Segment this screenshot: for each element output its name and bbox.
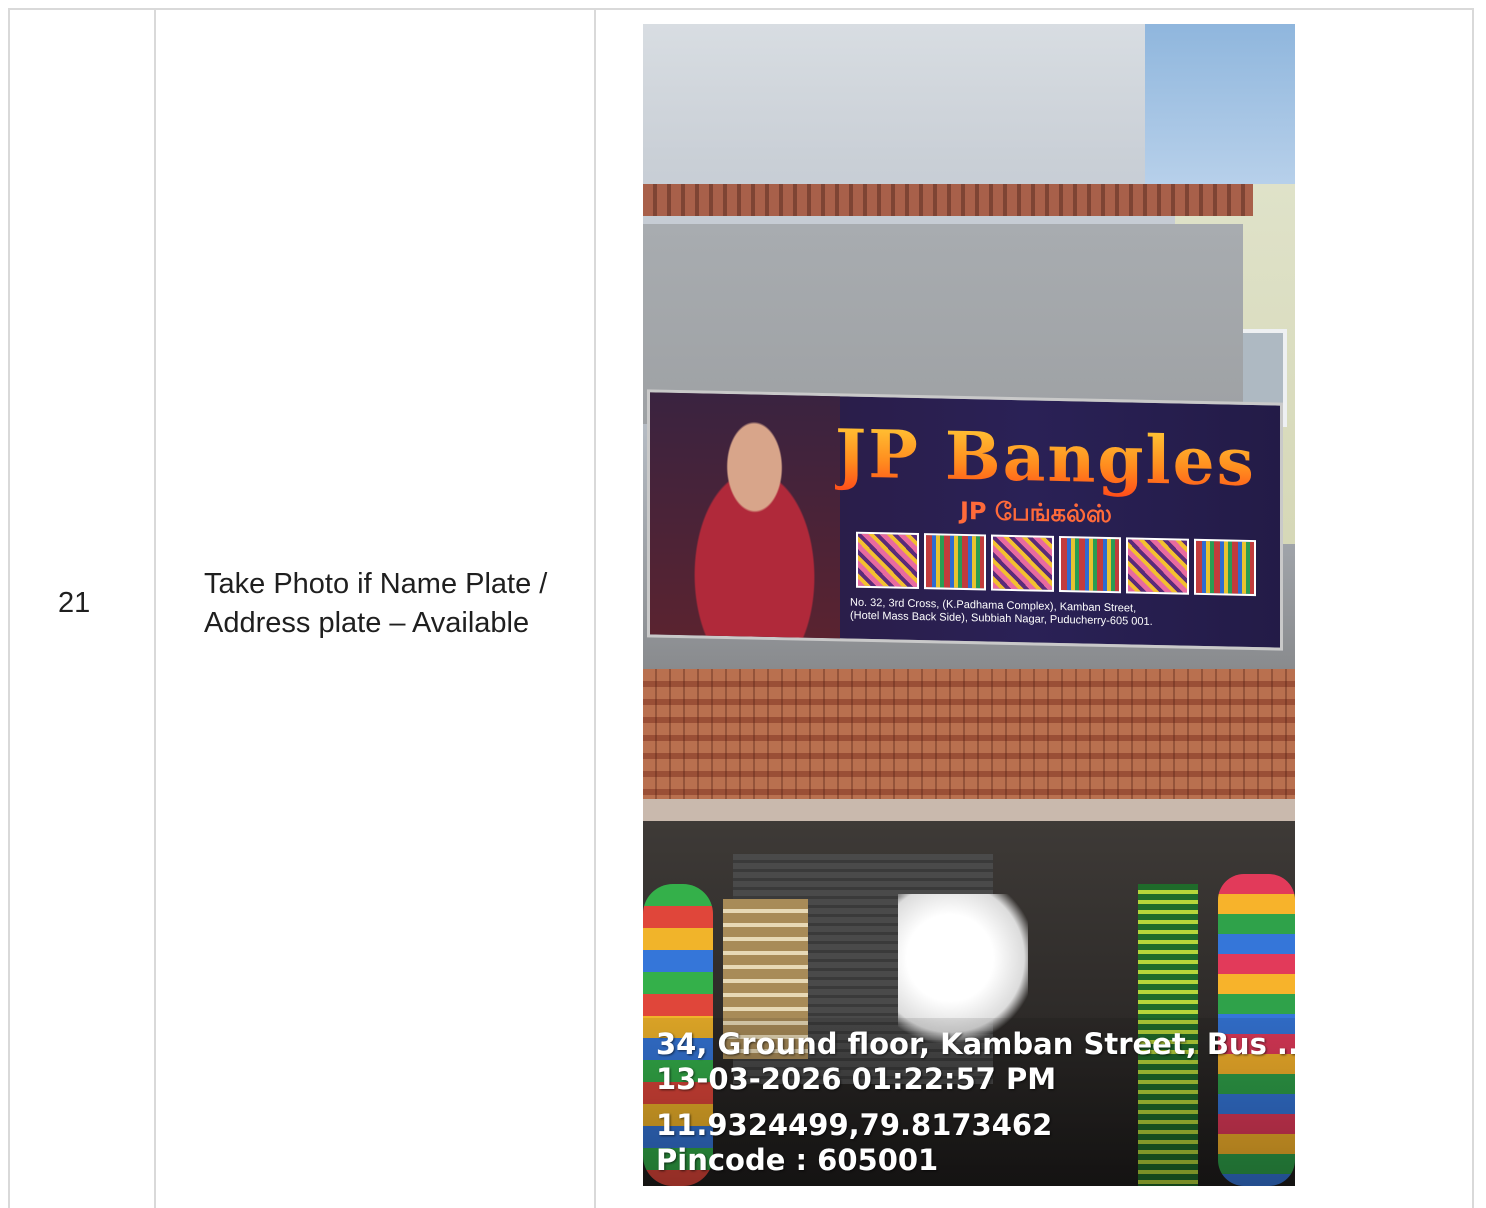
signboard-address: No. 32, 3rd Cross, (K.Padhama Complex), …: [850, 597, 1153, 629]
signboard-subtitle: JP பேங்கல்ஸ்: [960, 496, 1112, 529]
product-tile: [1126, 537, 1189, 595]
photo-sky: [1145, 24, 1295, 184]
signboard-portrait: [650, 392, 840, 639]
gps-stamp-address: 34, Ground floor, Kamban Street, Bus ...: [656, 1027, 1295, 1061]
product-tile: [1058, 535, 1121, 594]
product-tile: [923, 533, 986, 591]
photo-beam: [643, 799, 1295, 821]
row-label: Take Photo if Name Plate / Address plate…: [204, 567, 548, 639]
row-label-cell: Take Photo if Name Plate / Address plate…: [158, 10, 596, 1208]
product-tile: [856, 531, 919, 590]
shop-signboard: JP Bangles JP பேங்கல்ஸ் No. 32, 3rd Cros…: [647, 389, 1283, 651]
row-number: 21: [58, 587, 91, 619]
signboard-product-strip: [856, 531, 1256, 597]
gps-stamp-coordinates: 11.9324499,79.8173462: [656, 1108, 1053, 1142]
shop-photo: JP Bangles JP பேங்கல்ஸ் No. 32, 3rd Cros…: [643, 24, 1295, 1186]
signboard-title: JP Bangles: [835, 414, 1256, 502]
photo-roof-edge: [643, 184, 1253, 216]
photo-awning: [643, 669, 1295, 799]
product-tile: [991, 534, 1054, 592]
gps-stamp-datetime: 13-03-2026 01:22:57 PM: [656, 1062, 1057, 1096]
gps-stamp-pincode: Pincode : 605001: [656, 1143, 939, 1177]
product-tile: [1193, 538, 1256, 597]
row-number-cell: 21: [10, 10, 156, 1208]
